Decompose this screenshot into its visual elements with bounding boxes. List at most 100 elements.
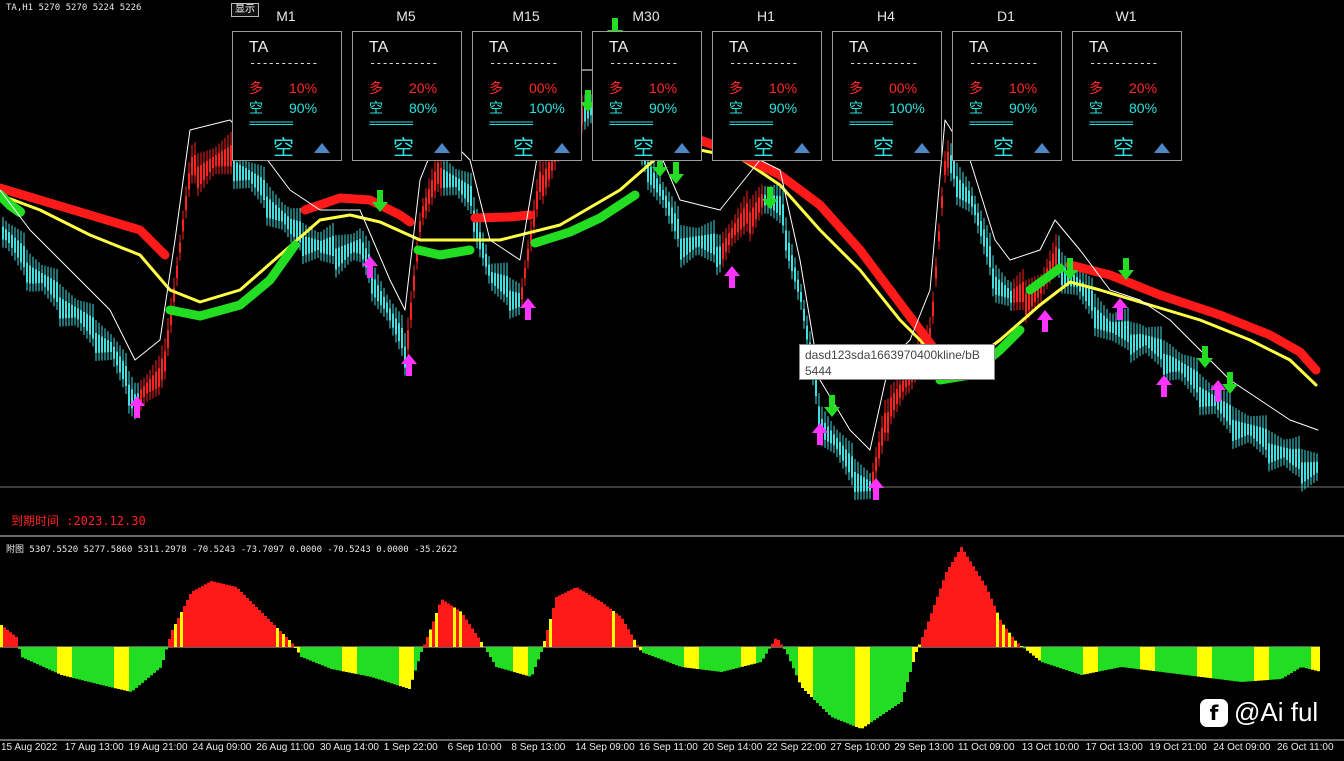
histogram-bar: [723, 647, 726, 672]
histogram-bar: [1194, 647, 1197, 677]
histogram-bar: [1227, 647, 1230, 681]
histogram-bar: [978, 575, 981, 647]
trading-chart[interactable]: TA,H1 5270 5270 5224 5226 显示 M1 TA -------…: [0, 0, 1344, 761]
candle-body: [89, 315, 91, 335]
histogram-bar: [60, 647, 63, 675]
histogram-bar: [975, 571, 978, 647]
panel-divider: -----------: [969, 56, 1038, 70]
candle-body: [446, 171, 448, 188]
candle-body: [1199, 387, 1201, 407]
candle-body: [938, 231, 940, 242]
histogram-bar: [579, 589, 582, 647]
histogram-bar: [777, 640, 780, 647]
candle-body: [1262, 427, 1264, 447]
histogram-bar: [489, 647, 492, 657]
candle-body: [1022, 282, 1024, 302]
long-pct: 20%: [409, 80, 438, 96]
panel-signal: 空: [993, 136, 1014, 160]
panel-symbol: TA: [729, 39, 749, 56]
candle-body: [341, 246, 343, 264]
candle-body: [194, 155, 196, 175]
candle-body: [143, 386, 145, 398]
histogram-bar: [948, 567, 951, 647]
candle-body: [269, 199, 271, 219]
histogram-bar: [45, 647, 48, 669]
histogram-bar: [1092, 647, 1095, 673]
candle-body: [335, 248, 337, 270]
candle-body: [698, 235, 700, 247]
histogram-bar: [624, 624, 627, 647]
candle-body: [401, 328, 403, 348]
histogram-bar: [915, 647, 918, 652]
panel-separator: =======: [369, 116, 414, 130]
histogram-bar: [3, 627, 6, 647]
histogram-bar: [456, 609, 459, 647]
histogram-bar: [543, 641, 546, 647]
histogram-bar: [654, 647, 657, 658]
histogram-bar: [969, 561, 972, 647]
histogram-bar: [1065, 647, 1068, 671]
candle-body: [284, 213, 286, 225]
histogram-bar: [768, 647, 771, 649]
candle-body: [1166, 354, 1168, 374]
histogram-bar: [51, 647, 54, 671]
histogram-bar: [1053, 647, 1056, 667]
histogram-bar: [201, 585, 204, 647]
candle-body: [965, 187, 967, 202]
panel-divider: -----------: [489, 56, 558, 70]
histogram-bar: [639, 647, 642, 651]
candle-body: [746, 203, 748, 224]
histogram-bar: [1020, 646, 1023, 647]
histogram-bar: [117, 647, 120, 689]
panel-separator: =======: [609, 116, 654, 130]
candle-body: [374, 279, 376, 298]
candle-body: [116, 351, 118, 366]
candle-body: [26, 262, 28, 283]
candle-body: [998, 279, 1000, 296]
candle-body: [11, 234, 13, 248]
buy-arrow-icon: [724, 266, 740, 288]
candle-body: [128, 384, 130, 406]
candle-body: [662, 190, 664, 200]
candle-body: [692, 236, 694, 250]
histogram-bar: [804, 647, 807, 691]
candle-body: [2, 226, 4, 240]
candle-body: [1286, 448, 1288, 461]
band-green-segment: [165, 240, 300, 321]
histogram-bar: [594, 598, 597, 647]
candle-body: [1301, 462, 1303, 484]
histogram-bar: [909, 647, 912, 672]
histogram-bar: [1110, 647, 1113, 669]
histogram-bar: [246, 598, 249, 647]
histogram-bar: [90, 647, 93, 683]
candle-body: [722, 243, 724, 260]
candle-body: [248, 170, 250, 180]
histogram-bar: [519, 647, 522, 674]
candle-body: [1112, 322, 1114, 334]
histogram-bar: [717, 647, 720, 672]
histogram-bar: [888, 647, 891, 711]
long-label: 多: [969, 80, 983, 96]
histogram-bar: [648, 647, 651, 655]
histogram-bar: [540, 647, 543, 652]
candle-body: [1208, 392, 1210, 407]
histogram-bar: [1107, 647, 1110, 670]
histogram-bar: [222, 583, 225, 647]
histogram-bar: [267, 619, 270, 647]
histogram-bar: [585, 593, 588, 647]
time-label: 29 Sep 13:00: [894, 742, 954, 753]
histogram-bar: [699, 647, 702, 670]
histogram-bar: [1158, 647, 1161, 672]
candle-body: [95, 333, 97, 353]
histogram-bar: [144, 647, 147, 681]
candle-body: [254, 173, 256, 188]
candle-body: [803, 308, 805, 321]
histogram-bar: [1206, 647, 1209, 678]
candle-body: [23, 246, 25, 268]
histogram-bar: [894, 647, 897, 707]
histogram-bar: [780, 644, 783, 647]
histogram-bar: [1140, 647, 1143, 670]
histogram-bar: [1170, 647, 1173, 674]
candle-body: [743, 208, 745, 227]
candle-body: [185, 196, 187, 211]
